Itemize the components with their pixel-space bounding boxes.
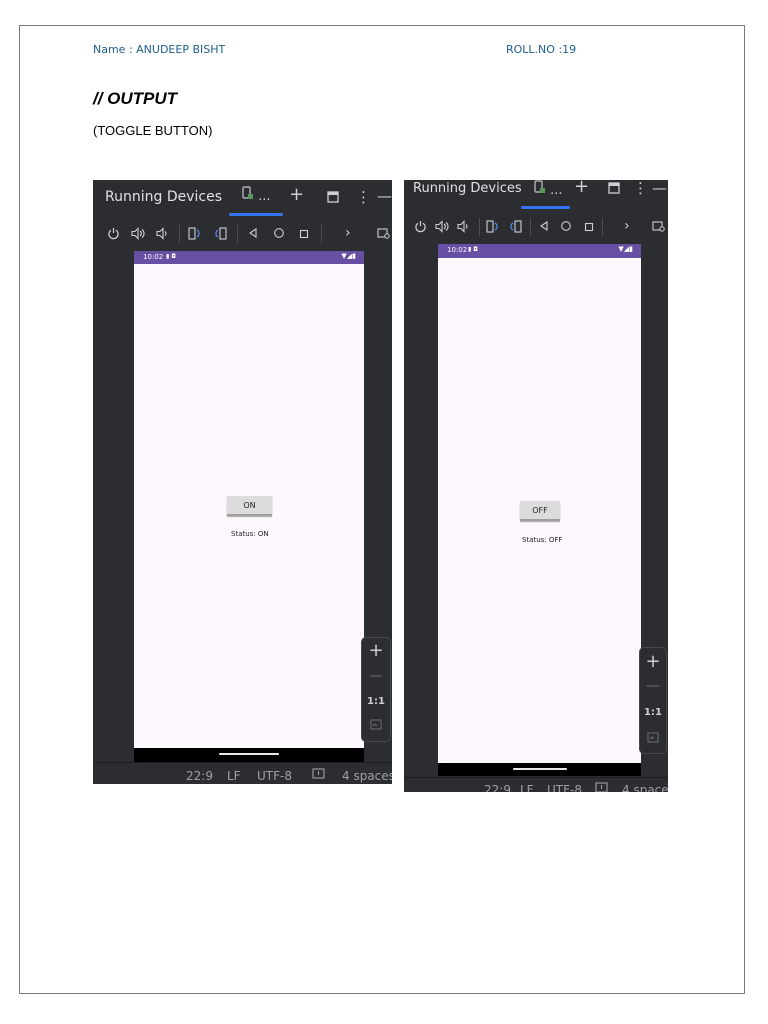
roll-number: ROLL.NO :19: [506, 43, 577, 56]
panel-title: Running Devices: [413, 181, 522, 196]
rotate-left-icon[interactable]: [188, 227, 202, 243]
android-navbar: [134, 748, 364, 762]
minimize-icon[interactable]: —: [652, 180, 667, 196]
rotate-right-icon[interactable]: [508, 220, 523, 236]
panel-titlebar: Running Devices ... + ⋮ —: [93, 180, 392, 218]
inspection-icon[interactable]: [312, 768, 325, 783]
android-statusbar: 10:02 ▮ ◘ ▼◢▮: [438, 244, 641, 258]
running-devices-panel-off: Running Devices ... + ⋮ — › 10:02 ▮ ◘ ▼◢…: [404, 180, 668, 792]
zoom-in-button[interactable]: +: [640, 651, 666, 672]
device-toolbar: ›: [404, 214, 668, 242]
zoom-in-button[interactable]: +: [362, 640, 390, 661]
plus-icon[interactable]: +: [574, 180, 589, 196]
plus-icon[interactable]: +: [289, 186, 304, 204]
overview-square-icon[interactable]: [584, 221, 594, 235]
overview-square-icon[interactable]: [299, 228, 309, 242]
panel-titlebar: Running Devices ... + ⋮ —: [404, 180, 668, 210]
android-navbar: [438, 763, 641, 776]
signal-battery-icons: ▼◢▮: [618, 245, 633, 253]
emulator-screen[interactable]: 10:02 ▮ ◘ ▼◢▮ ON Status: ON: [134, 251, 364, 762]
emulator-screen[interactable]: 10:02 ▮ ◘ ▼◢▮ OFF Status: OFF: [438, 244, 641, 776]
zoom-actual-size-button[interactable]: 1:1: [640, 707, 666, 718]
output-subheading: (TOGGLE BUTTON): [93, 123, 213, 138]
active-tab-underline: [521, 206, 570, 209]
android-statusbar: 10:02 ▮ ◘ ▼◢▮: [134, 251, 364, 264]
running-devices-panel-on: Running Devices ... + ⋮ — › 10:02 ▮ ◘ ▼◢…: [93, 180, 392, 784]
device-tab[interactable]: ...: [242, 186, 271, 204]
status-text: Status: OFF: [522, 536, 563, 544]
zoom-out-button[interactable]: —: [640, 678, 666, 694]
panel-title: Running Devices: [105, 189, 222, 205]
volume-up-icon[interactable]: [435, 220, 449, 236]
status-time: 10:02: [447, 246, 468, 254]
notification-icons: ▮ ◘: [166, 253, 176, 260]
screenshot-icon[interactable]: [652, 220, 666, 236]
zoom-out-button[interactable]: —: [362, 668, 390, 684]
line-separator[interactable]: LF: [227, 769, 241, 783]
device-toolbar: ›: [93, 220, 392, 248]
minimize-icon[interactable]: —: [377, 188, 392, 204]
home-circle-icon[interactable]: [560, 220, 572, 235]
zoom-controls: + — 1:1: [361, 637, 391, 742]
notification-icons: ▮ ◘: [468, 246, 478, 253]
indent-setting[interactable]: 4 spaces: [622, 783, 668, 792]
toolbar-separator: [602, 218, 603, 236]
cursor-position[interactable]: 22:9: [186, 769, 213, 783]
window-icon[interactable]: [608, 181, 620, 197]
output-heading: // OUTPUT: [93, 89, 178, 108]
file-encoding[interactable]: UTF-8: [257, 769, 292, 783]
toolbar-separator: [237, 225, 238, 243]
indent-setting[interactable]: 4 spaces: [342, 769, 392, 783]
rotate-left-icon[interactable]: [486, 220, 500, 236]
toolbar-separator: [321, 225, 322, 243]
kebab-menu-icon[interactable]: ⋮: [356, 189, 371, 205]
cursor-position[interactable]: 22:9: [484, 783, 511, 792]
inspection-icon[interactable]: [595, 782, 608, 792]
power-icon[interactable]: [414, 220, 427, 236]
volume-down-icon[interactable]: [156, 227, 169, 243]
screenshot-icon[interactable]: [377, 227, 391, 243]
zoom-actual-size-button[interactable]: 1:1: [362, 696, 390, 707]
rotate-right-icon[interactable]: [213, 227, 228, 243]
window-icon[interactable]: [327, 190, 339, 206]
toolbar-separator: [530, 218, 531, 236]
volume-up-icon[interactable]: [131, 227, 145, 243]
status-time: 10:02: [143, 253, 164, 261]
toolbar-separator: [479, 218, 480, 236]
zoom-fit-icon[interactable]: [362, 719, 390, 733]
ide-statusbar: 22:9 LF UTF-8 4 spaces: [93, 762, 392, 784]
home-circle-icon[interactable]: [273, 227, 285, 242]
file-encoding[interactable]: UTF-8: [547, 783, 582, 792]
gesture-pill[interactable]: [512, 768, 567, 770]
power-icon[interactable]: [107, 227, 120, 243]
volume-down-icon[interactable]: [457, 220, 470, 236]
zoom-fit-icon[interactable]: [640, 732, 666, 746]
ide-statusbar: 22:9 LF UTF-8 4 spaces: [404, 777, 668, 792]
signal-battery-icons: ▼◢▮: [341, 252, 356, 260]
kebab-menu-icon[interactable]: ⋮: [633, 180, 648, 196]
toggle-button[interactable]: ON: [227, 496, 272, 516]
active-tab-underline: [229, 213, 283, 216]
line-separator[interactable]: LF: [520, 783, 534, 792]
status-text: Status: ON: [231, 530, 269, 538]
gesture-pill[interactable]: [219, 753, 279, 755]
device-tab[interactable]: ...: [534, 180, 563, 198]
phone-device-icon: [534, 180, 550, 198]
chevron-right-icon[interactable]: ›: [624, 219, 630, 233]
chevron-right-icon[interactable]: ›: [345, 226, 351, 240]
device-tab-label: ...: [258, 189, 271, 204]
device-tab-label: ...: [550, 183, 563, 198]
zoom-controls: + — 1:1: [639, 647, 667, 754]
student-name: Name : ANUDEEP BISHT: [93, 43, 226, 56]
toggle-button[interactable]: OFF: [520, 501, 560, 521]
toolbar-separator: [179, 225, 180, 243]
back-triangle-icon[interactable]: [248, 227, 258, 242]
phone-device-icon: [242, 186, 258, 204]
back-triangle-icon[interactable]: [539, 220, 549, 235]
